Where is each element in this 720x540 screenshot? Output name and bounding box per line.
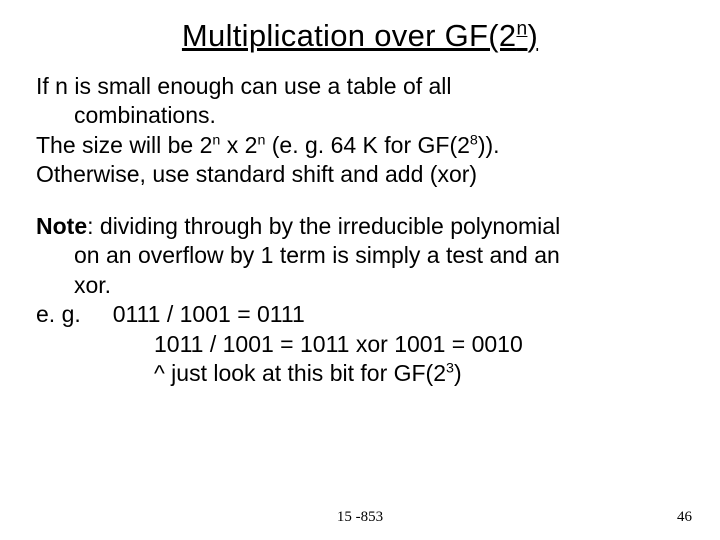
note-para: Note: dividing through by the irreducibl…: [36, 212, 684, 300]
p2-a: The size will be 2: [36, 132, 212, 158]
footer-course: 15 -853: [0, 509, 720, 526]
title-part-b: ): [527, 18, 538, 53]
p2-b: x 2: [220, 132, 257, 158]
example-line-3: ^ just look at this bit for GF(23): [36, 359, 684, 388]
note-a: : dividing through by the irreducible po…: [87, 213, 560, 239]
p2-sup-3: 8: [470, 132, 478, 148]
eg1: 0111 / 1001 = 0111: [113, 301, 305, 327]
note-b: on an overflow by 1 term is simply a tes…: [74, 242, 560, 268]
slide-title: Multiplication over GF(2n): [0, 0, 720, 62]
example-line-1: e. g. 0111 / 1001 = 0111: [36, 300, 684, 329]
para-2: The size will be 2n x 2n (e. g. 64 K for…: [36, 131, 684, 160]
note-c: xor.: [74, 272, 111, 298]
slide: Multiplication over GF(2n) If n is small…: [0, 0, 720, 540]
para-1: If n is small enough can use a table of …: [36, 72, 684, 131]
para-3: Otherwise, use standard shift and add (x…: [36, 160, 684, 189]
eg3-sup: 3: [446, 360, 454, 376]
eg-pad: [81, 301, 113, 327]
p2-d: )).: [478, 132, 500, 158]
slide-body: If n is small enough can use a table of …: [0, 62, 720, 388]
title-sup: n: [516, 19, 527, 40]
eg3-a: ^ just look at this bit for GF(2: [154, 360, 446, 386]
title-part-a: Multiplication over GF(2: [182, 18, 517, 53]
example-line-2: 1011 / 1001 = 1011 xor 1001 = 0010: [36, 330, 684, 359]
note-label: Note: [36, 213, 87, 239]
eg3-b: ): [454, 360, 462, 386]
p1-line-a: If n is small enough can use a table of …: [36, 73, 452, 99]
p1-line-b: combinations.: [74, 102, 216, 128]
p2-c: (e. g. 64 K for GF(2: [265, 132, 470, 158]
eg-label: e. g.: [36, 301, 81, 327]
spacer: [36, 190, 684, 212]
footer-page: 46: [677, 509, 692, 526]
